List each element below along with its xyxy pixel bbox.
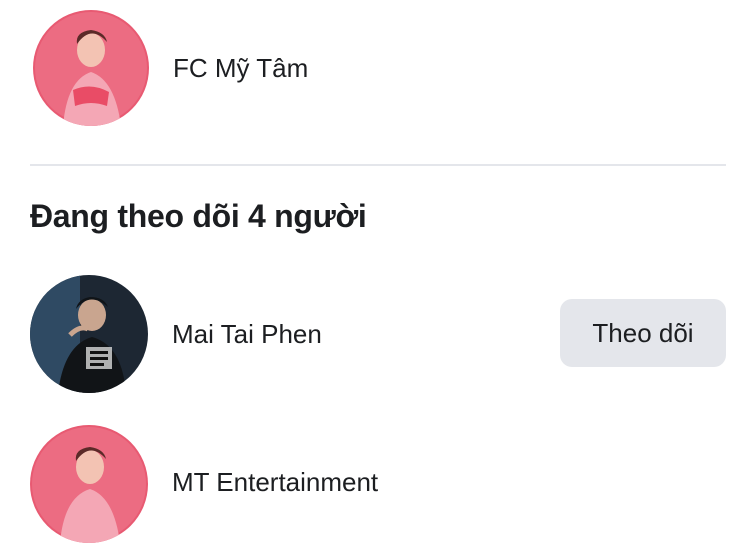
follow-button[interactable]: Theo dõi <box>560 299 726 367</box>
pink-portrait-avatar-icon <box>33 10 149 126</box>
following-item-mt-entertainment[interactable]: MT Entertainment <box>0 424 750 544</box>
profile-avatar-mt-entertainment[interactable] <box>30 425 148 543</box>
following-name[interactable]: Mai Tai Phen <box>172 319 322 350</box>
page-name[interactable]: FC Mỹ Tâm <box>173 53 308 84</box>
dark-portrait-avatar-icon <box>30 275 148 393</box>
following-section-title: Đang theo dõi 4 người <box>30 198 367 234</box>
pink-portrait-avatar-icon <box>30 425 148 543</box>
profile-avatar-fc-my-tam[interactable] <box>33 10 149 126</box>
profile-avatar-mai-tai-phen[interactable] <box>30 275 148 393</box>
divider <box>30 164 726 166</box>
following-name[interactable]: MT Entertainment <box>172 467 378 498</box>
page-item-fc-my-tam[interactable]: FC Mỹ Tâm <box>0 10 750 126</box>
